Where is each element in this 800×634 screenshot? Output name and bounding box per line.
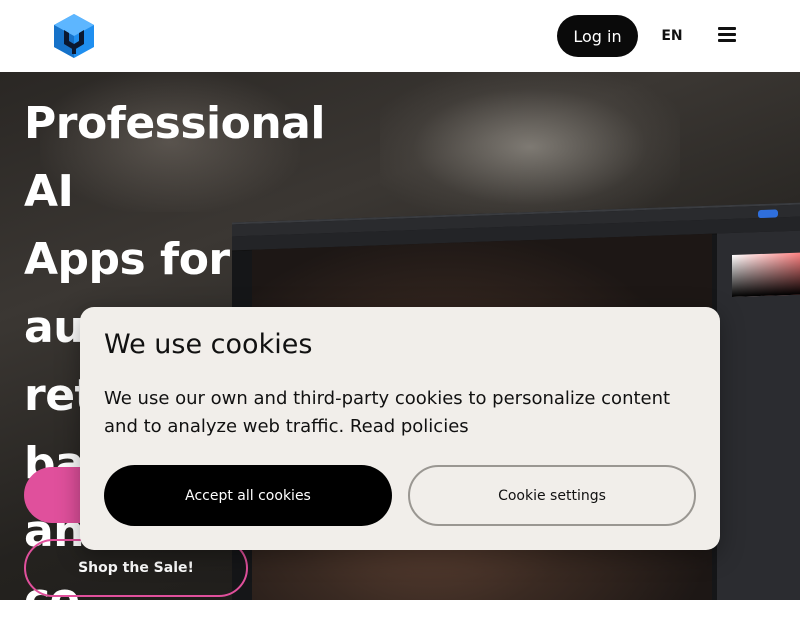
cookie-consent-dialog: We use cookies We use our own and third-… <box>80 307 720 550</box>
cookie-dialog-text: We use our own and third-party cookies t… <box>104 388 671 437</box>
cookie-dialog-title: We use cookies <box>104 329 313 360</box>
language-selector[interactable]: EN <box>658 24 686 48</box>
editor-color-picker-shade <box>732 251 800 298</box>
site-header: Log in EN <box>0 0 800 72</box>
accept-all-cookies-button[interactable]: Accept all cookies <box>104 465 392 526</box>
hero-title-line: Professional AI <box>24 98 325 217</box>
hero-background-light <box>380 72 680 222</box>
login-button[interactable]: Log in <box>557 15 638 57</box>
hamburger-menu-icon[interactable] <box>718 27 736 42</box>
hero-title-line: Apps for <box>24 234 230 285</box>
editor-share-button <box>758 209 778 219</box>
brand-logo-icon[interactable] <box>54 14 94 58</box>
cookie-settings-button[interactable]: Cookie settings <box>408 465 696 526</box>
